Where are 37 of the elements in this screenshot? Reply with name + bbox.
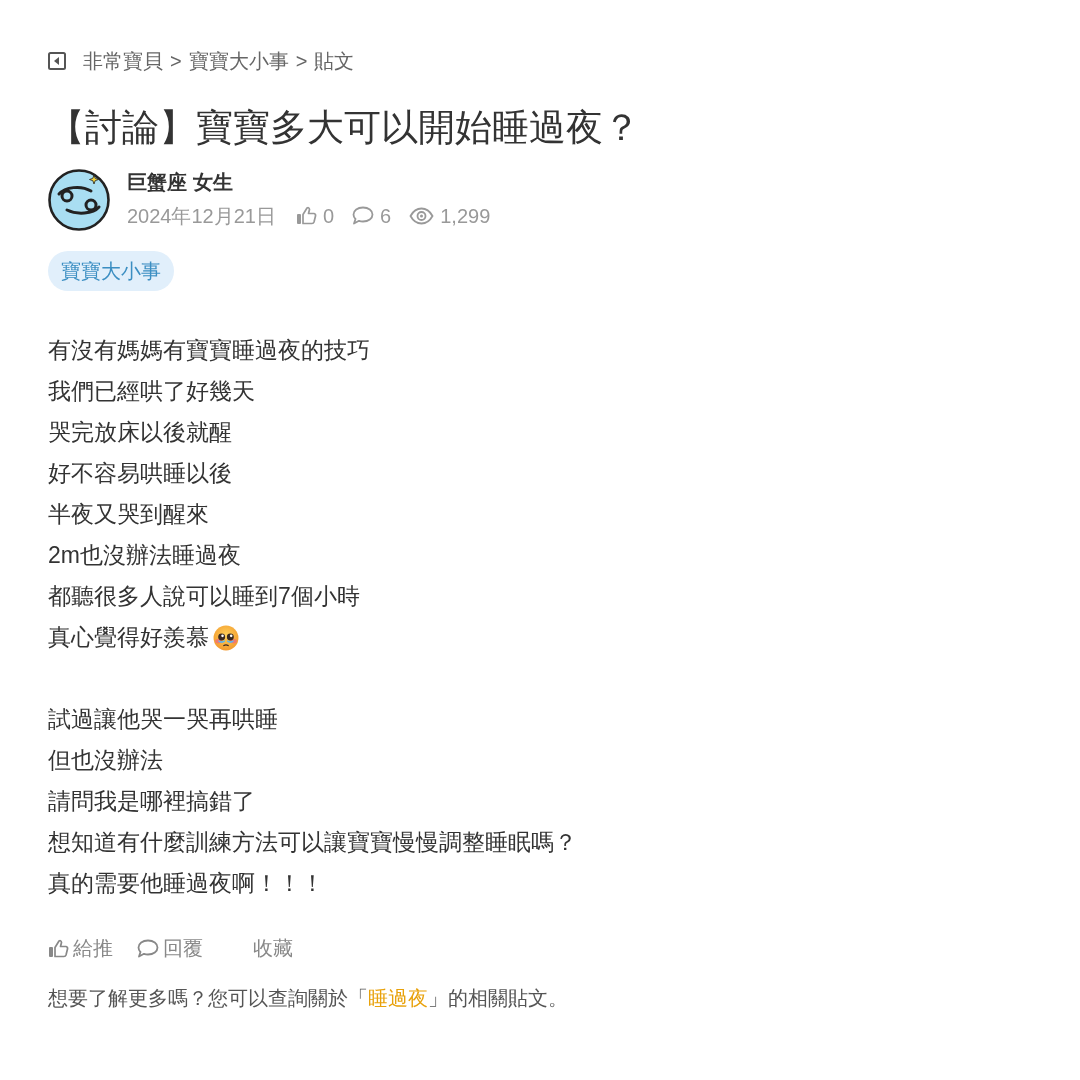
zodiac-avatar-icon xyxy=(47,167,111,231)
body-text: 都聽很多人說可以睡到7個小時 xyxy=(48,582,360,611)
body-text: 哭完放床以後就醒 xyxy=(48,418,232,447)
body-text: 真的需要他睡過夜啊！！！ xyxy=(48,869,324,898)
category-tag[interactable]: 寶寶大小事 xyxy=(48,251,174,291)
post-title: 【討論】寶寶多大可以開始睡過夜？ xyxy=(48,106,640,150)
save-button[interactable]: 收藏 xyxy=(253,933,293,963)
breadcrumb-separator: > xyxy=(170,49,182,73)
body-text: 我們已經哄了好幾天 xyxy=(48,377,255,406)
author-name[interactable]: 巨蟹座 女生 xyxy=(127,167,233,196)
body-text: 真心覺得好羨慕 xyxy=(48,623,209,652)
breadcrumb-link[interactable]: 貼文 xyxy=(314,47,355,75)
breadcrumb-link[interactable]: 非常寶貝 xyxy=(83,47,163,75)
thumb-up-icon xyxy=(296,206,317,225)
reply-button[interactable]: 回覆 xyxy=(137,933,203,963)
thumb-up-icon xyxy=(48,938,69,958)
related-posts-text: 想要了解更多嗎？您可以查詢關於「睡過夜」的相關貼文。 xyxy=(48,986,568,1011)
breadcrumb-link[interactable]: 寶寶大小事 xyxy=(188,47,289,75)
post-date: 2024年12月21日 xyxy=(127,203,276,229)
comment-count: 6 xyxy=(380,203,392,229)
body-text: 2m也沒辦法睡過夜 xyxy=(48,541,241,570)
eye-icon xyxy=(409,206,435,225)
back-icon xyxy=(48,52,66,70)
body-text: 試過讓他哭一哭再哄睡 xyxy=(48,705,278,734)
body-text: 但也沒辦法 xyxy=(48,746,163,775)
like-button[interactable]: 給推 xyxy=(48,933,113,963)
breadcrumb-separator: > xyxy=(295,49,308,73)
speech-bubble-icon xyxy=(137,938,159,958)
view-count: 1,299 xyxy=(440,203,491,229)
body-text: 想知道有什麼訓練方法可以讓寶寶慢慢調整睡眠嗎？ xyxy=(48,828,577,857)
speech-bubble-icon xyxy=(352,206,375,225)
like-count: 0 xyxy=(323,203,335,229)
body-text: 請問我是哪裡搞錯了 xyxy=(48,787,255,816)
body-text: 好不容易哄睡以後 xyxy=(48,459,232,488)
search-link[interactable]: 睡過夜 xyxy=(368,987,428,1009)
body-text: 半夜又哭到醒來 xyxy=(48,500,209,529)
body-text: 有沒有媽媽有寶寶睡過夜的技巧 xyxy=(48,336,370,365)
